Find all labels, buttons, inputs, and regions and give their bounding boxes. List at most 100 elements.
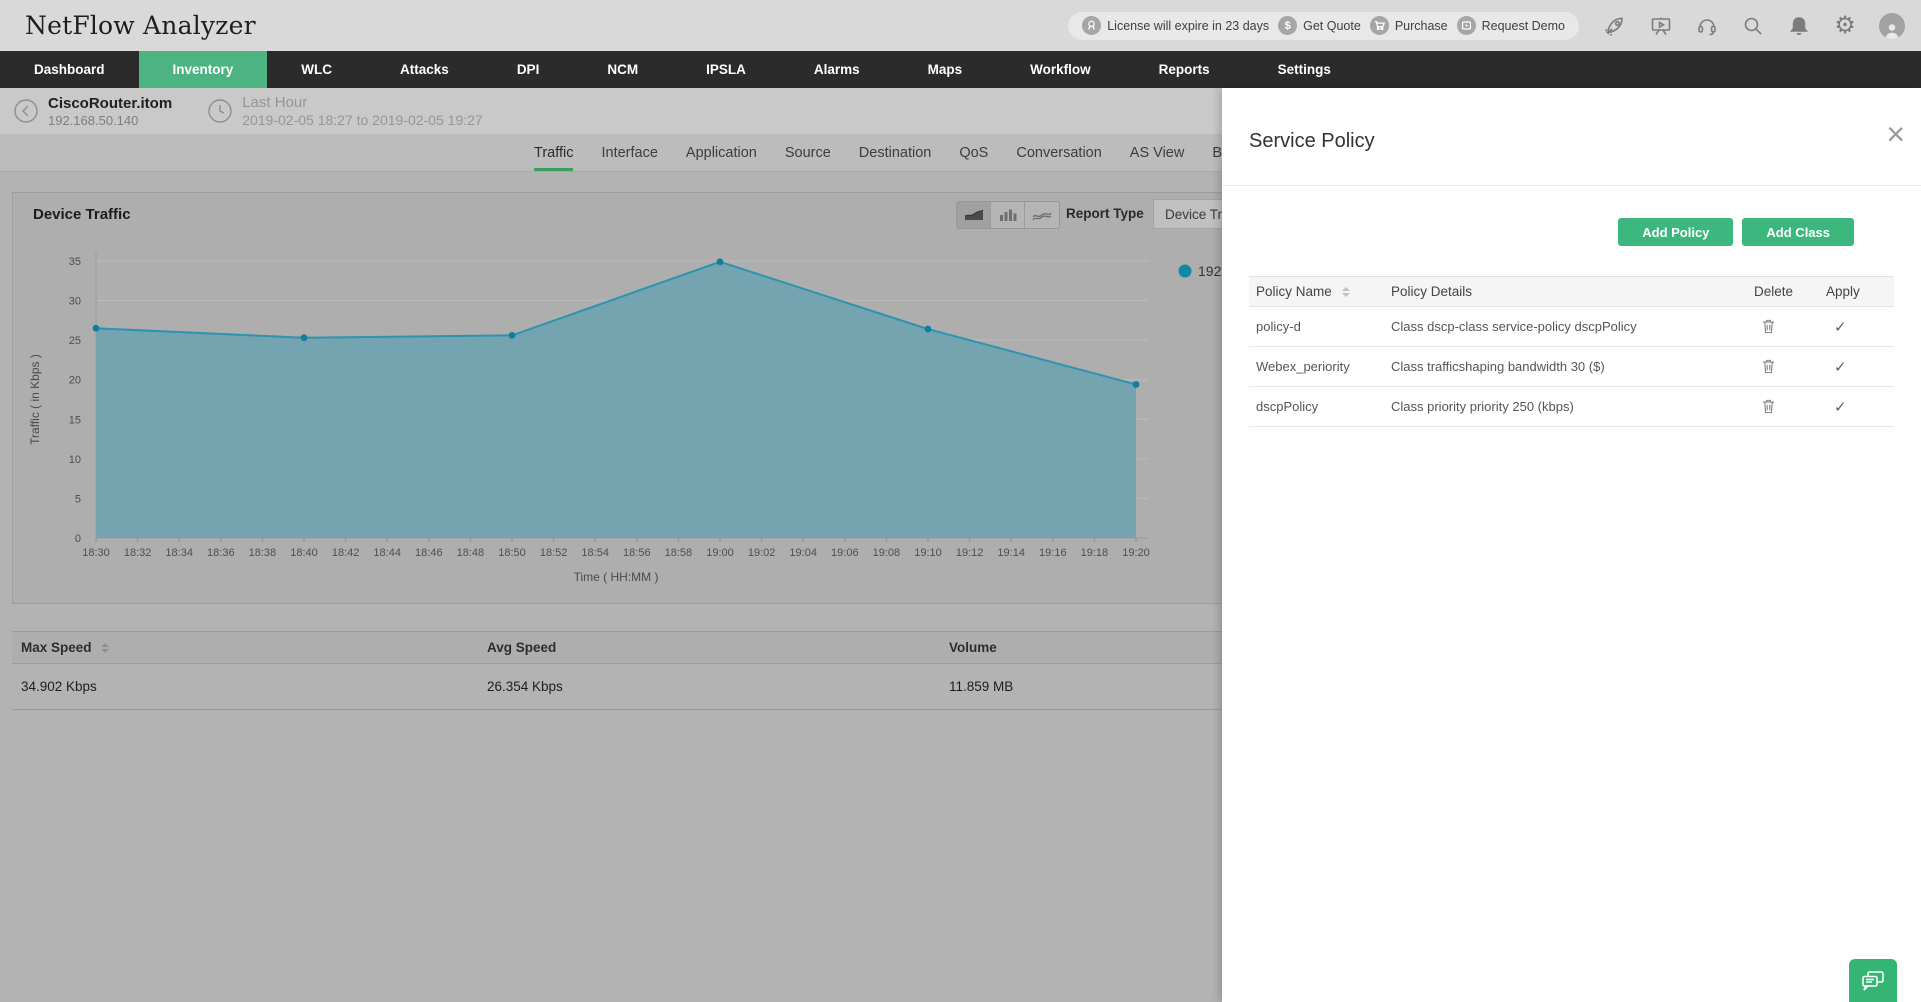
apply-policy-button[interactable]: ✓ bbox=[1826, 318, 1894, 336]
svg-text:18:42: 18:42 bbox=[332, 547, 360, 559]
delete-policy-button[interactable] bbox=[1754, 399, 1826, 414]
policy-details: Class trafficshaping bandwidth 30 ($) bbox=[1391, 359, 1605, 374]
gear-icon[interactable]: ⚙ bbox=[1833, 13, 1857, 38]
policy-details: Class dscp-class service-policy dscpPoli… bbox=[1391, 319, 1637, 334]
svg-text:18:38: 18:38 bbox=[249, 547, 277, 559]
chart-type-switcher bbox=[956, 201, 1060, 229]
svg-text:18:32: 18:32 bbox=[124, 547, 152, 559]
request-demo-button[interactable]: Request Demo bbox=[1456, 16, 1565, 35]
live-chat-button[interactable] bbox=[1849, 959, 1897, 1002]
nav-item-ipsla[interactable]: IPSLA bbox=[672, 51, 780, 88]
svg-text:19:00: 19:00 bbox=[706, 547, 734, 559]
col-policy-name[interactable]: Policy Name bbox=[1256, 284, 1391, 299]
svg-text:19:18: 19:18 bbox=[1081, 547, 1109, 559]
panel-divider bbox=[1222, 185, 1921, 186]
line-chart-button[interactable] bbox=[1025, 202, 1059, 228]
add-policy-button[interactable]: Add Policy bbox=[1618, 218, 1734, 246]
nav-item-inventory[interactable]: Inventory bbox=[138, 51, 268, 88]
svg-text:19:06: 19:06 bbox=[831, 547, 859, 559]
time-range[interactable]: Last Hour 2019-02-05 18:27 to 2019-02-05… bbox=[194, 94, 483, 128]
back-button[interactable] bbox=[12, 97, 40, 125]
area-chart-button[interactable] bbox=[957, 202, 991, 228]
tab-interface[interactable]: Interface bbox=[601, 135, 657, 171]
nav-item-dpi[interactable]: DPI bbox=[483, 51, 574, 88]
col-apply: Apply bbox=[1826, 284, 1860, 299]
nav-item-wlc[interactable]: WLC bbox=[267, 51, 366, 88]
delete-policy-button[interactable] bbox=[1754, 359, 1826, 374]
col-max-speed[interactable]: Max Speed bbox=[21, 640, 487, 655]
device-name: CiscoRouter.itom bbox=[48, 94, 173, 112]
svg-text:20: 20 bbox=[69, 375, 81, 387]
svg-text:18:46: 18:46 bbox=[415, 547, 443, 559]
policy-name: Webex_periority bbox=[1256, 359, 1350, 374]
col-policy-details: Policy Details bbox=[1391, 284, 1473, 299]
svg-text:25: 25 bbox=[69, 335, 81, 347]
time-range-label: Last Hour bbox=[242, 94, 308, 111]
tab-as-view[interactable]: AS View bbox=[1130, 135, 1185, 171]
apply-policy-button[interactable]: ✓ bbox=[1826, 398, 1894, 416]
svg-text:19:20: 19:20 bbox=[1122, 547, 1150, 559]
svg-text:19:04: 19:04 bbox=[789, 547, 817, 559]
svg-text:18:36: 18:36 bbox=[207, 547, 235, 559]
svg-text:30: 30 bbox=[69, 296, 81, 308]
svg-text:19:16: 19:16 bbox=[1039, 547, 1067, 559]
search-icon[interactable] bbox=[1741, 14, 1765, 38]
license-status: License will expire in 23 days bbox=[1082, 16, 1269, 35]
rocket-icon[interactable] bbox=[1603, 14, 1627, 38]
svg-text:19:10: 19:10 bbox=[914, 547, 942, 559]
presentation-icon[interactable] bbox=[1649, 14, 1673, 38]
tab-source[interactable]: Source bbox=[785, 135, 831, 171]
get-quote-button[interactable]: $ Get Quote bbox=[1278, 16, 1361, 35]
tab-qos[interactable]: QoS bbox=[959, 135, 988, 171]
svg-text:0: 0 bbox=[75, 533, 81, 545]
request-demo-label: Request Demo bbox=[1481, 18, 1565, 33]
service-policy-title: Service Policy bbox=[1249, 130, 1375, 152]
nav-item-settings[interactable]: Settings bbox=[1244, 51, 1365, 88]
nav-item-maps[interactable]: Maps bbox=[894, 51, 997, 88]
policy-details: Class priority priority 250 (kbps) bbox=[1391, 399, 1574, 414]
close-icon[interactable]: × bbox=[1886, 118, 1905, 150]
delete-policy-button[interactable] bbox=[1754, 319, 1826, 334]
purchase-button[interactable]: Purchase bbox=[1369, 16, 1448, 35]
svg-text:10: 10 bbox=[69, 454, 81, 466]
policy-table-header: Policy Name Policy Details Delete Apply bbox=[1249, 276, 1894, 307]
nav-item-workflow[interactable]: Workflow bbox=[996, 51, 1125, 88]
col-delete: Delete bbox=[1754, 284, 1794, 299]
svg-text:35: 35 bbox=[69, 256, 81, 268]
main-nav: Dashboard Inventory WLC Attacks DPI NCM … bbox=[0, 51, 1921, 88]
clock-icon bbox=[206, 97, 234, 125]
netflow-analyzer-app: NetFlow Analyzer License will expire in … bbox=[0, 0, 1921, 1002]
tab-destination[interactable]: Destination bbox=[859, 135, 932, 171]
svg-text:19:08: 19:08 bbox=[873, 547, 901, 559]
policy-name: dscpPolicy bbox=[1256, 399, 1319, 414]
svg-text:18:48: 18:48 bbox=[457, 547, 485, 559]
report-type-value: Device Tra bbox=[1165, 206, 1230, 222]
apply-policy-button[interactable]: ✓ bbox=[1826, 358, 1894, 376]
license-pill: License will expire in 23 days $ Get Quo… bbox=[1068, 11, 1579, 40]
nav-item-attacks[interactable]: Attacks bbox=[366, 51, 483, 88]
nav-item-ncm[interactable]: NCM bbox=[573, 51, 672, 88]
license-text: License will expire in 23 days bbox=[1107, 18, 1270, 33]
chat-bubbles-icon bbox=[1862, 970, 1884, 991]
add-class-button[interactable]: Add Class bbox=[1742, 218, 1854, 246]
svg-text:15: 15 bbox=[69, 414, 81, 426]
nav-item-reports[interactable]: Reports bbox=[1125, 51, 1244, 88]
sort-icon bbox=[101, 643, 110, 654]
header-icon-row: ⚙ bbox=[1603, 12, 1905, 39]
bar-chart-button[interactable] bbox=[991, 202, 1025, 228]
time-range-value: 2019-02-05 18:27 to 2019-02-05 19:27 bbox=[242, 112, 483, 128]
service-policy-panel: Service Policy × Add Policy Add Class Po… bbox=[1222, 88, 1921, 1002]
user-avatar[interactable] bbox=[1879, 12, 1905, 39]
tab-traffic[interactable]: Traffic bbox=[534, 135, 574, 171]
tab-conversation[interactable]: Conversation bbox=[1016, 135, 1101, 171]
svg-text:192: 192 bbox=[1198, 263, 1222, 279]
col-avg-speed[interactable]: Avg Speed bbox=[487, 640, 949, 655]
policy-actions: Add Policy Add Class bbox=[1618, 218, 1854, 246]
bell-icon[interactable] bbox=[1787, 14, 1811, 38]
svg-text:Traffic ( in Kbps ): Traffic ( in Kbps ) bbox=[28, 354, 42, 445]
nav-item-alarms[interactable]: Alarms bbox=[780, 51, 894, 88]
video-demo-icon bbox=[1456, 16, 1476, 35]
headset-support-icon[interactable] bbox=[1695, 14, 1719, 38]
tab-application[interactable]: Application bbox=[686, 135, 757, 171]
nav-item-dashboard[interactable]: Dashboard bbox=[0, 51, 139, 88]
